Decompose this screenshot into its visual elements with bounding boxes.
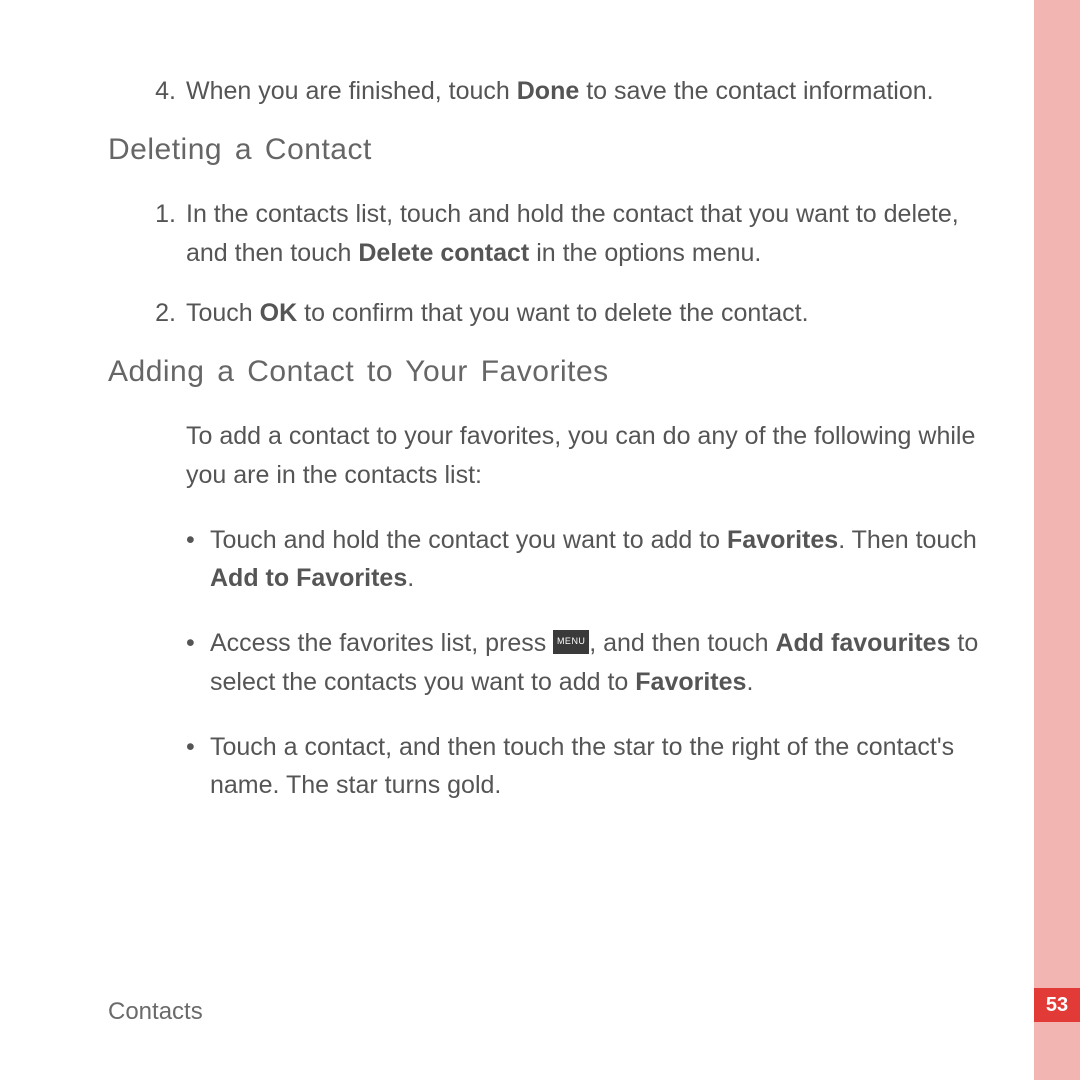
text-bold: Delete contact [358, 239, 529, 267]
step-text: In the contacts list, touch and hold the… [186, 195, 988, 273]
text-pre: Touch and hold the contact you want to a… [210, 526, 727, 554]
page-number-badge: 53 [1034, 988, 1080, 1022]
menu-icon: MENU [553, 630, 589, 654]
text-mid: . Then touch [838, 526, 977, 554]
delete-step-1: 1. In the contacts list, touch and hold … [108, 195, 988, 273]
step-number: 2. [108, 294, 186, 333]
step-text: Touch OK to confirm that you want to del… [186, 294, 988, 333]
text-bold: Add to Favorites [210, 564, 407, 592]
text-bold: OK [260, 299, 298, 327]
text-post: to save the contact information. [579, 77, 933, 105]
bullet-icon: • [186, 624, 210, 702]
bullet-icon: • [186, 521, 210, 599]
bullet-text: Touch a contact, and then touch the star… [210, 728, 988, 806]
fav-bullet-2: • Access the favorites list, press MENU,… [186, 624, 988, 702]
heading-deleting-contact: Deleting a Contact [108, 133, 988, 167]
heading-adding-favorites: Adding a Contact to Your Favorites [108, 355, 988, 389]
step-number: 1. [108, 195, 186, 273]
favorites-intro: To add a contact to your favorites, you … [186, 417, 988, 495]
fav-bullet-3: • Touch a contact, and then touch the st… [186, 728, 988, 806]
footer-section-label: Contacts [108, 998, 203, 1026]
text-pre: Access the favorites list, press [210, 629, 553, 657]
text-bold: Done [517, 77, 580, 105]
text-post: to confirm that you want to delete the c… [297, 299, 808, 327]
text-bold: Add favourites [775, 629, 950, 657]
step-4: 4. When you are finished, touch Done to … [108, 72, 988, 111]
text-pre: Touch [186, 299, 260, 327]
text-bold: Favorites [635, 668, 746, 696]
page-content: 4. When you are finished, touch Done to … [108, 72, 988, 831]
step-number: 4. [108, 72, 186, 111]
text-post: . [407, 564, 414, 592]
step-text: When you are finished, touch Done to sav… [186, 72, 988, 111]
fav-bullet-1: • Touch and hold the contact you want to… [186, 521, 988, 599]
text-pre: When you are finished, touch [186, 77, 517, 105]
page-number: 53 [1046, 994, 1068, 1017]
text-post: . [746, 668, 753, 696]
delete-step-2: 2. Touch OK to confirm that you want to … [108, 294, 988, 333]
bullet-text: Touch and hold the contact you want to a… [210, 521, 988, 599]
side-tab-band [1034, 0, 1080, 1080]
text-mid: , and then touch [589, 629, 775, 657]
text-post: in the options menu. [529, 239, 761, 267]
text-bold: Favorites [727, 526, 838, 554]
bullet-icon: • [186, 728, 210, 806]
bullet-text: Access the favorites list, press MENU, a… [210, 624, 988, 702]
